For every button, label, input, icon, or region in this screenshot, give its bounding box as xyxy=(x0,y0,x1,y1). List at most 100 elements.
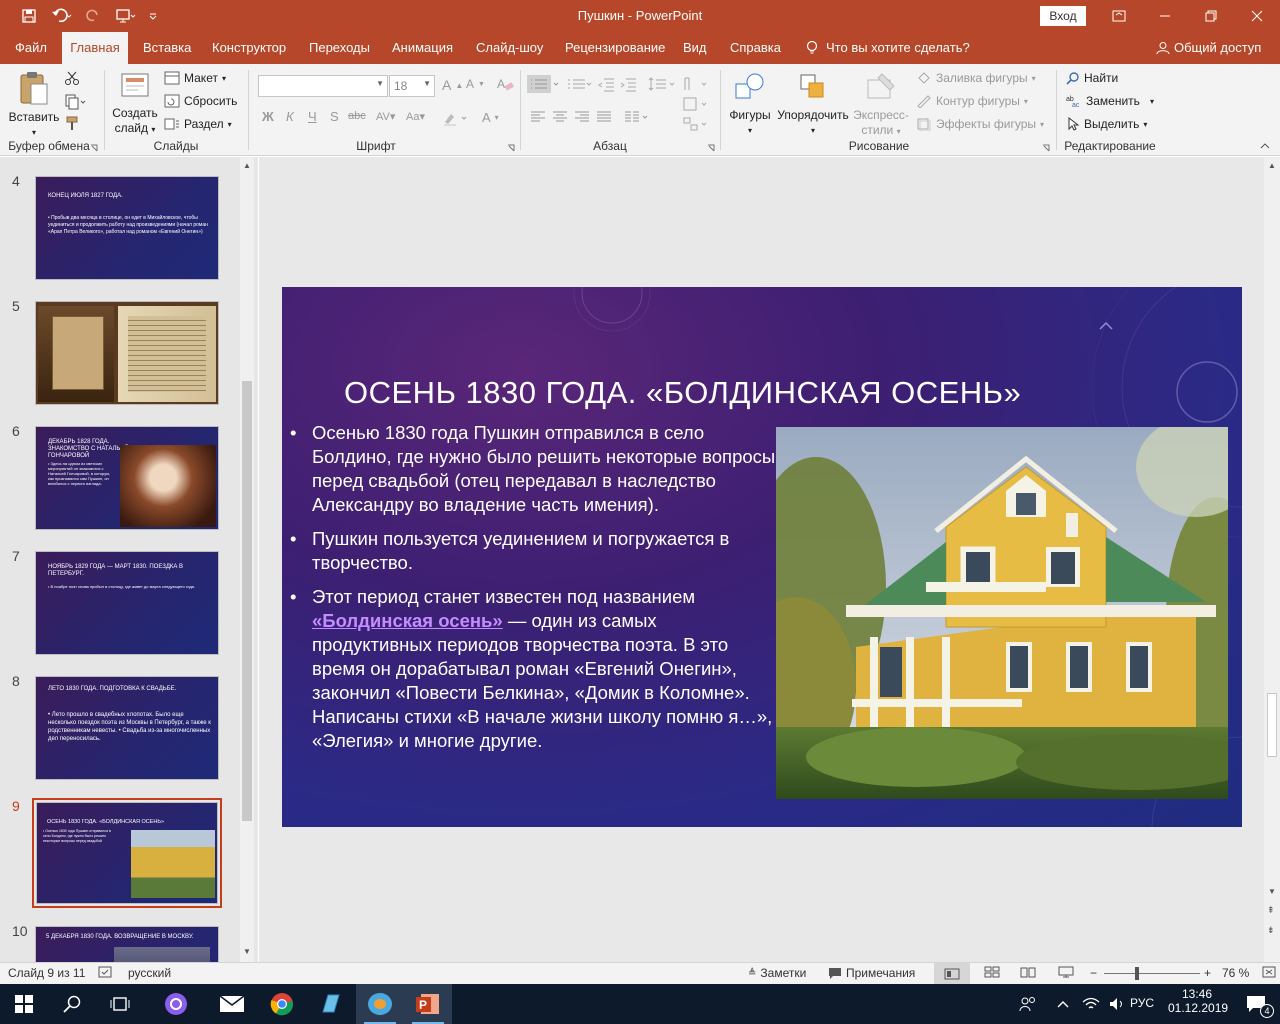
line-spacing-icon[interactable] xyxy=(648,76,678,92)
align-text-icon[interactable] xyxy=(682,96,710,112)
notification-center-icon[interactable]: 4 xyxy=(1232,984,1280,1024)
bullets-icon[interactable] xyxy=(527,75,561,93)
editor-scroll-thumb[interactable] xyxy=(1267,693,1277,757)
share-button[interactable]: Общий доступ xyxy=(1150,32,1267,64)
previous-slide-icon[interactable]: ⇞ xyxy=(1267,905,1275,916)
find-button[interactable]: Найти xyxy=(1066,71,1118,85)
font-name-combo[interactable]: ▼ xyxy=(258,75,388,97)
tab-review[interactable]: Рецензирование xyxy=(559,32,671,64)
comments-button[interactable]: Примечания xyxy=(828,966,915,980)
language-indicator[interactable]: русский xyxy=(128,966,171,980)
character-spacing-icon[interactable]: AV▾ xyxy=(376,110,395,123)
strikethrough-icon[interactable]: abc xyxy=(348,110,366,122)
tab-animations[interactable]: Анимация xyxy=(386,32,459,64)
clipboard-dialog-launcher-icon[interactable] xyxy=(90,144,98,152)
layout-button[interactable]: Макет ▾ xyxy=(164,71,226,85)
tab-help[interactable]: Справка xyxy=(724,32,787,64)
align-center-icon[interactable] xyxy=(552,110,568,124)
cut-icon[interactable] xyxy=(64,70,80,86)
slide-thumbnail-6[interactable]: ДЕКАБРЬ 1828 ГОДА. ЗНАКОМСТВО С НАТАЛЬЕЙ… xyxy=(35,426,219,530)
boldino-house-photo[interactable] xyxy=(776,427,1228,799)
replace-button[interactable]: ab ac Заменить ▾ xyxy=(1066,94,1154,108)
tab-transitions[interactable]: Переходы xyxy=(303,32,376,64)
grow-font-icon[interactable]: A ▲ xyxy=(442,77,463,93)
normal-view-icon[interactable] xyxy=(934,963,970,984)
slide-canvas[interactable]: ОСЕНЬ 1830 ГОДА. «БОЛДИНСКАЯ ОСЕНЬ» Осен… xyxy=(282,287,1242,827)
zoom-out-icon[interactable]: − xyxy=(1090,966,1097,980)
tab-design[interactable]: Конструктор xyxy=(206,32,292,64)
notes-app-icon[interactable] xyxy=(306,984,354,1024)
next-slide-icon[interactable]: ⇟ xyxy=(1267,925,1275,936)
browser-app-icon[interactable] xyxy=(356,984,404,1024)
reading-view-icon[interactable] xyxy=(1020,966,1036,978)
font-dialog-launcher-icon[interactable] xyxy=(507,144,515,152)
tell-me-search[interactable]: Что вы хотите сделать? xyxy=(800,32,976,64)
shape-outline-button[interactable]: Контур фигуры ▾ xyxy=(916,94,1028,108)
editor-scrollbar[interactable]: ▲ ▼ ⇞ ⇟ xyxy=(1264,157,1280,962)
arrange-button[interactable]: Упорядочить ▾ xyxy=(776,70,850,138)
quick-styles-button[interactable]: Экспресс- стили ▾ xyxy=(850,70,912,139)
reset-button[interactable]: Сбросить xyxy=(164,94,237,108)
numbering-icon[interactable] xyxy=(566,76,594,92)
text-direction-icon[interactable] xyxy=(682,76,710,92)
tab-view[interactable]: Вид xyxy=(677,32,713,64)
justify-icon[interactable] xyxy=(596,110,612,124)
slide-sorter-icon[interactable] xyxy=(984,966,1000,978)
wifi-icon[interactable] xyxy=(1078,984,1104,1024)
drawing-dialog-launcher-icon[interactable] xyxy=(1042,144,1050,152)
close-icon[interactable] xyxy=(1234,4,1280,28)
shadow-icon[interactable]: S xyxy=(330,109,339,124)
alice-assistant-icon[interactable] xyxy=(152,984,200,1024)
zoom-slider[interactable] xyxy=(1104,973,1200,974)
shape-effects-button[interactable]: Эффекты фигуры ▾ xyxy=(916,117,1044,131)
slide-bullet-list[interactable]: Осенью 1830 года Пушкин отправился в сел… xyxy=(290,421,780,763)
shape-fill-button[interactable]: Заливка фигуры ▾ xyxy=(916,71,1036,85)
zoom-in-icon[interactable]: + xyxy=(1204,966,1211,980)
search-icon[interactable] xyxy=(48,984,96,1024)
slide-thumbnail-5[interactable] xyxy=(35,301,219,405)
bold-icon[interactable]: Ж xyxy=(262,109,274,124)
keyboard-language[interactable]: РУС xyxy=(1130,996,1154,1010)
shrink-font-icon[interactable]: A ▼ xyxy=(466,77,485,91)
slide-thumbnail-4[interactable]: КОНЕЦ ИЮЛЯ 1827 ГОДА. • Пробыв два месяц… xyxy=(35,176,219,280)
scroll-down-icon[interactable]: ▼ xyxy=(1268,887,1276,896)
windows-start-icon[interactable] xyxy=(0,984,48,1024)
volume-icon[interactable] xyxy=(1104,984,1130,1024)
slide-thumbnail-9[interactable]: ОСЕНЬ 1830 ГОДА. «БОЛДИНСКАЯ ОСЕНЬ» • Ос… xyxy=(36,802,218,904)
format-painter-icon[interactable] xyxy=(64,116,80,132)
notes-button[interactable]: ≜ Заметки xyxy=(748,966,806,980)
boldino-autumn-link[interactable]: «Болдинская осень» xyxy=(312,610,503,631)
new-slide-button[interactable]: Создать слайд ▾ xyxy=(108,70,162,137)
slideshow-view-icon[interactable] xyxy=(1058,966,1074,978)
tab-file[interactable]: Файл xyxy=(9,32,53,64)
spell-check-icon[interactable] xyxy=(98,966,112,978)
tab-slideshow[interactable]: Слайд-шоу xyxy=(470,32,549,64)
section-button[interactable]: Раздел ▾ xyxy=(164,117,232,131)
scroll-up-icon[interactable]: ▲ xyxy=(1268,161,1276,170)
zoom-slider-thumb[interactable] xyxy=(1135,967,1139,980)
clock[interactable]: 13:46 01.12.2019 xyxy=(1168,987,1228,1015)
align-right-icon[interactable] xyxy=(574,110,590,124)
minimize-icon[interactable] xyxy=(1142,4,1188,28)
collapse-ribbon-icon[interactable] xyxy=(1260,142,1270,150)
increase-indent-icon[interactable] xyxy=(620,76,638,92)
task-view-icon[interactable] xyxy=(96,984,144,1024)
copy-icon[interactable] xyxy=(64,94,86,110)
thumbnails-scrollbar[interactable]: ▲ ▼ xyxy=(240,157,254,962)
paste-button[interactable]: Вставить ▾ xyxy=(6,70,62,140)
scroll-down-icon[interactable]: ▼ xyxy=(243,947,251,956)
italic-icon[interactable]: К xyxy=(286,109,294,124)
columns-icon[interactable] xyxy=(624,110,652,124)
shapes-button[interactable]: Фигуры ▾ xyxy=(726,70,774,138)
slide-title[interactable]: ОСЕНЬ 1830 ГОДА. «БОЛДИНСКАЯ ОСЕНЬ» xyxy=(344,375,1021,411)
slide-thumbnail-7[interactable]: НОЯБРЬ 1829 ГОДА — МАРТ 1830. ПОЕЗДКА В … xyxy=(35,551,219,655)
highlight-color-icon[interactable] xyxy=(442,110,470,126)
underline-icon[interactable]: Ч xyxy=(308,109,317,124)
powerpoint-taskbar-icon[interactable]: P xyxy=(404,984,452,1024)
decrease-indent-icon[interactable] xyxy=(598,76,616,92)
people-icon[interactable] xyxy=(1010,984,1046,1024)
align-left-icon[interactable] xyxy=(530,110,546,124)
tab-insert[interactable]: Вставка xyxy=(137,32,197,64)
slide-thumbnail-8[interactable]: ЛЕТО 1830 ГОДА. ПОДГОТОВКА К СВАДЬБЕ. • … xyxy=(35,676,219,780)
slide-thumbnail-10[interactable]: 5 ДЕКАБРЯ 1830 ГОДА. ВОЗВРАЩЕНИЕ В МОСКВ… xyxy=(35,926,219,962)
